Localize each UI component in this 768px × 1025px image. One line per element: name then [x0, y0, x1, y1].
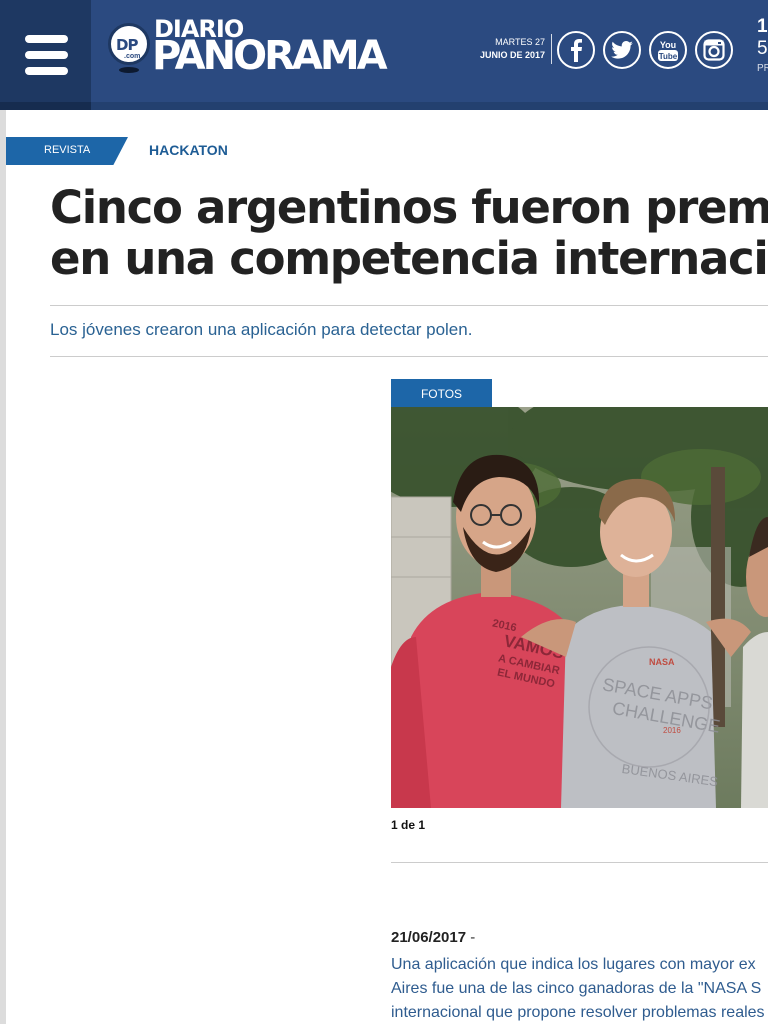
gallery-counter: 1 de 1: [391, 818, 426, 832]
header-date: MARTES 27 JUNIO DE 2017: [460, 36, 545, 62]
header-divider: [91, 102, 768, 110]
gallery-divider: [391, 862, 768, 863]
gallery-tab[interactable]: FOTOS: [391, 379, 492, 407]
facebook-button[interactable]: [557, 31, 595, 69]
header-strip: [0, 102, 91, 110]
header-date-day: MARTES 27: [495, 37, 545, 47]
article-body-line: Aires fue una de las cinco ganadoras de …: [391, 980, 762, 997]
article-date: 21/06/2017 -: [391, 929, 476, 946]
article-body-line: Una aplicación que indica los lugares co…: [391, 956, 756, 973]
article-body: Una aplicación que indica los lugares co…: [391, 953, 768, 1025]
menu-block: [0, 0, 91, 110]
date-separator: [551, 34, 552, 64]
instagram-icon: [703, 39, 725, 61]
breadcrumb-section-label: REVISTA: [44, 144, 91, 156]
logo-badge: DP .com: [108, 23, 150, 65]
article-subtitle: Los jóvenes crearon una aplicación para …: [50, 320, 473, 339]
article-body-line: internacional que propone resolver probl…: [391, 1004, 765, 1021]
weather-widget: 1 5 PR: [757, 16, 768, 74]
twitter-button[interactable]: [603, 31, 641, 69]
svg-text:NASA: NASA: [649, 657, 675, 667]
twitter-icon: [611, 41, 633, 59]
breadcrumb-section-link[interactable]: REVISTA: [6, 137, 128, 165]
instagram-button[interactable]: [695, 31, 733, 69]
svg-text:You: You: [660, 40, 676, 50]
breadcrumb-tag-link[interactable]: HACKATON: [149, 142, 228, 158]
logo-wordmark-main: PANORAMA: [152, 33, 388, 79]
article-photo[interactable]: 2016 VAMOS A CAMBIAR EL MUNDO NASA SPACE…: [391, 407, 768, 808]
logo-badge-tail: [119, 67, 139, 73]
photo-illustration: 2016 VAMOS A CAMBIAR EL MUNDO NASA SPACE…: [391, 407, 768, 808]
article-headline: Cinco argentinos fueron premiados en una…: [50, 182, 768, 284]
hamburger-menu-icon[interactable]: [25, 35, 68, 75]
site-header: DP .com DIARIO PANORAMA MARTES 27 JUNIO …: [0, 0, 768, 110]
headline-divider: [50, 305, 768, 306]
subtitle-divider: [50, 356, 768, 357]
site-logo[interactable]: DP .com DIARIO PANORAMA: [108, 15, 398, 80]
facebook-icon: [571, 39, 582, 62]
svg-text:Tube: Tube: [659, 52, 678, 61]
header-date-month: JUNIO DE 2017: [479, 50, 545, 60]
youtube-icon: You Tube: [658, 40, 678, 61]
youtube-button[interactable]: You Tube: [649, 31, 687, 69]
page-left-border: [0, 110, 6, 1024]
svg-text:2016: 2016: [663, 726, 681, 735]
